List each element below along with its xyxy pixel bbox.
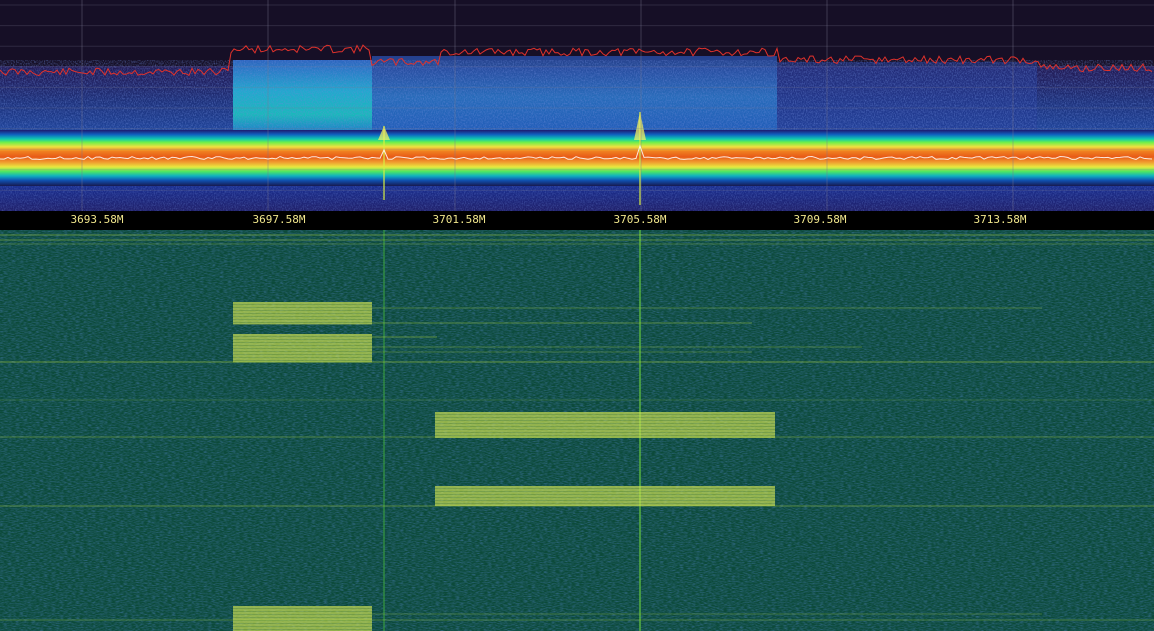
freq-label-3705: 3705.58M <box>613 213 667 226</box>
frequency-axis: 3693.58M 3697.58M 3701.58M 3705.58M 3709… <box>0 211 1154 230</box>
spectrum-layers <box>0 0 1154 211</box>
spectrum-plot <box>0 0 1154 211</box>
dc-energy-band <box>0 130 1154 186</box>
waterfall-layers <box>0 230 1154 631</box>
noise-speckle <box>0 60 1154 140</box>
sdr-spectrum-window: 3693.58M 3697.58M 3701.58M 3705.58M 3709… <box>0 0 1154 631</box>
freq-label-3709: 3709.58M <box>793 213 847 226</box>
freq-label-3693: 3693.58M <box>70 213 124 226</box>
waterfall-display[interactable] <box>0 230 1154 631</box>
freq-label-3713: 3713.58M <box>973 213 1027 226</box>
waterfall-plot <box>0 230 1154 631</box>
spectrum-panadapter[interactable] <box>0 0 1154 211</box>
freq-label-3701: 3701.58M <box>432 213 486 226</box>
freq-label-3697: 3697.58M <box>252 213 306 226</box>
lower-speckle <box>0 186 1154 211</box>
